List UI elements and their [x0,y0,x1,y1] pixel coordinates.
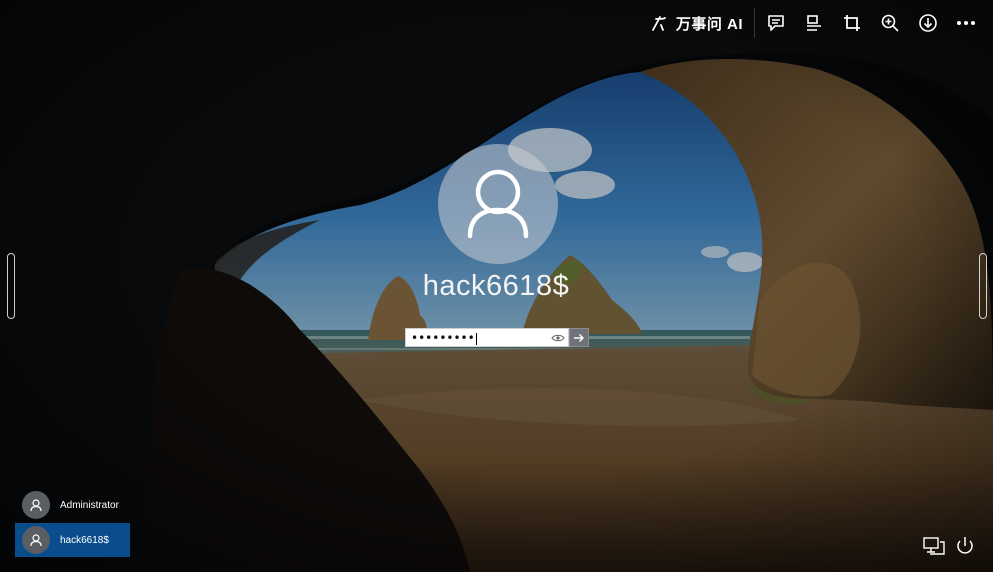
password-value: ••••••••• [411,331,477,345]
viewer-toolbar: 万事问 AI [641,0,993,46]
comment-icon [768,15,784,31]
login-username: hack6618$ [422,270,570,302]
next-image-handle[interactable] [979,253,987,319]
zoom-in-button[interactable] [874,5,906,41]
user-avatar [438,144,558,264]
submit-button[interactable] [569,328,589,347]
align-button[interactable] [798,5,830,41]
previous-image-handle[interactable] [7,253,15,319]
power-button[interactable] [953,535,977,557]
user-icon [467,169,529,239]
download-button[interactable] [912,5,944,41]
crop-button[interactable] [836,5,868,41]
ai-assistant-label: 万事问 AI [675,15,743,33]
toolbar-divider [754,8,755,38]
user-switch-label: Administrator [60,499,119,511]
network-icon [923,537,945,555]
network-button[interactable] [922,535,946,557]
password-field[interactable]: ••••••••• [405,328,569,347]
eye-icon[interactable] [551,331,565,345]
user-avatar-small [22,526,50,554]
ai-sparkle-icon [651,16,666,31]
user-switch-administrator[interactable]: Administrator [15,488,130,522]
arrow-right-icon [574,333,584,342]
zoom-in-icon [881,14,899,32]
ai-assistant-button[interactable]: 万事问 AI [644,5,749,41]
download-icon [919,14,937,32]
user-switch-label: hack6618$ [60,534,109,546]
crop-icon [844,15,860,31]
comment-button[interactable] [760,5,792,41]
user-icon [30,499,42,512]
align-icon [807,15,821,31]
more-button[interactable] [950,5,982,41]
text-caret [475,332,477,345]
more-icon [957,21,975,25]
power-icon [957,537,973,554]
user-icon [30,534,42,547]
user-avatar-small [22,491,50,519]
user-switch-hack6618[interactable]: hack6618$ [15,523,130,557]
